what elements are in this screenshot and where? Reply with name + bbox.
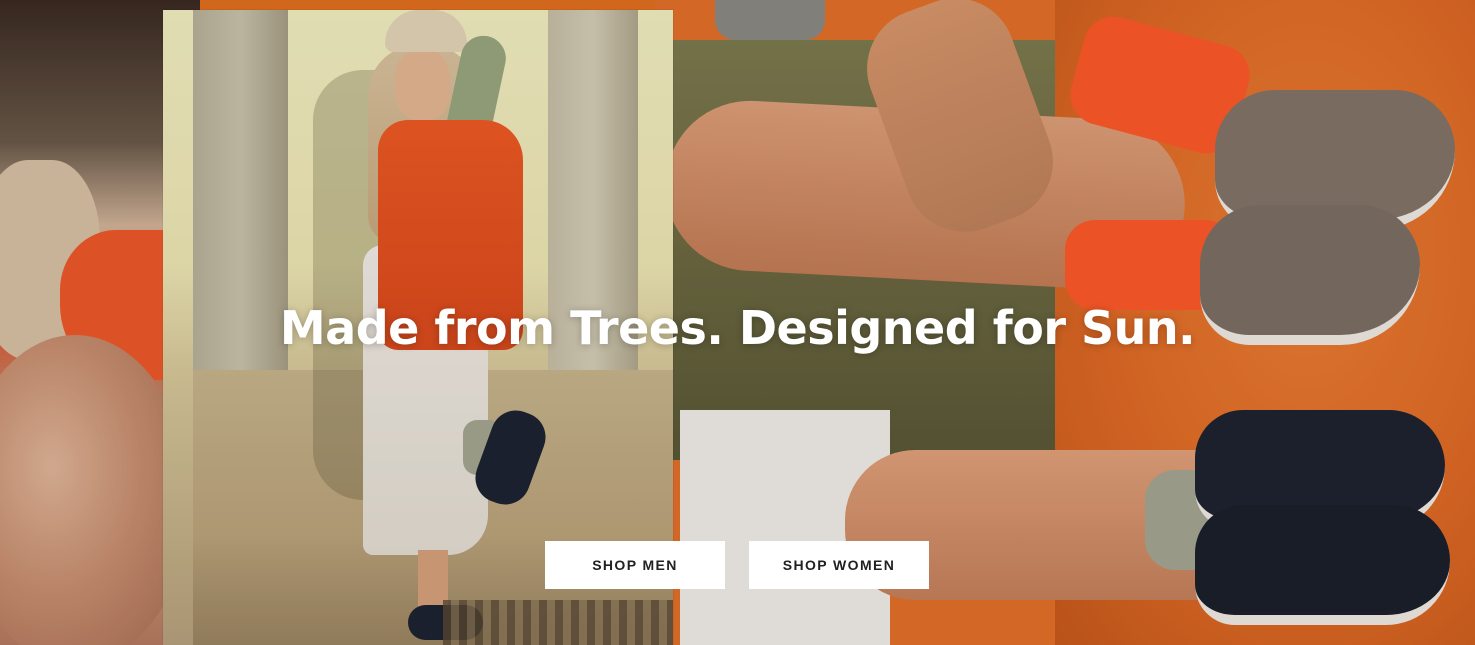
shop-men-button[interactable]: SHOP MEN <box>545 541 725 589</box>
hero-banner: Made from Trees. Designed for Sun. SHOP … <box>0 0 1475 645</box>
shop-women-button[interactable]: SHOP WOMEN <box>749 541 929 589</box>
hero-headline: Made from Trees. Designed for Sun. <box>279 301 1196 355</box>
hero-cta-group: SHOP MEN SHOP WOMEN <box>545 541 929 589</box>
